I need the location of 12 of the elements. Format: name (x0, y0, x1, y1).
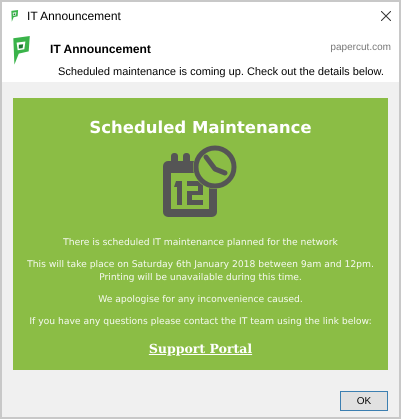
announcement-text: There is scheduled IT maintenance planned for the network (63, 237, 338, 250)
announcement-text: We apologise for any inconvenience caused. (98, 294, 303, 306)
source-label: papercut.com (330, 42, 391, 55)
announcement-heading: Scheduled Maintenance (89, 118, 312, 137)
ok-button[interactable]: OK (340, 391, 388, 411)
logo-icon (10, 10, 19, 22)
window-title: IT Announcement (27, 9, 122, 23)
header-message: Scheduled maintenance is coming up. Check out the details below. (58, 66, 384, 80)
close-icon[interactable] (381, 11, 391, 21)
announcement-text: If you have any questions please contact the IT team using the link below: (29, 316, 372, 328)
header-title: IT Announcement (50, 42, 152, 58)
announcement-text: This will take place on Saturday 6th January 2018 between 9am and 12pm. Printing will be unavailable during this time. (27, 258, 374, 285)
